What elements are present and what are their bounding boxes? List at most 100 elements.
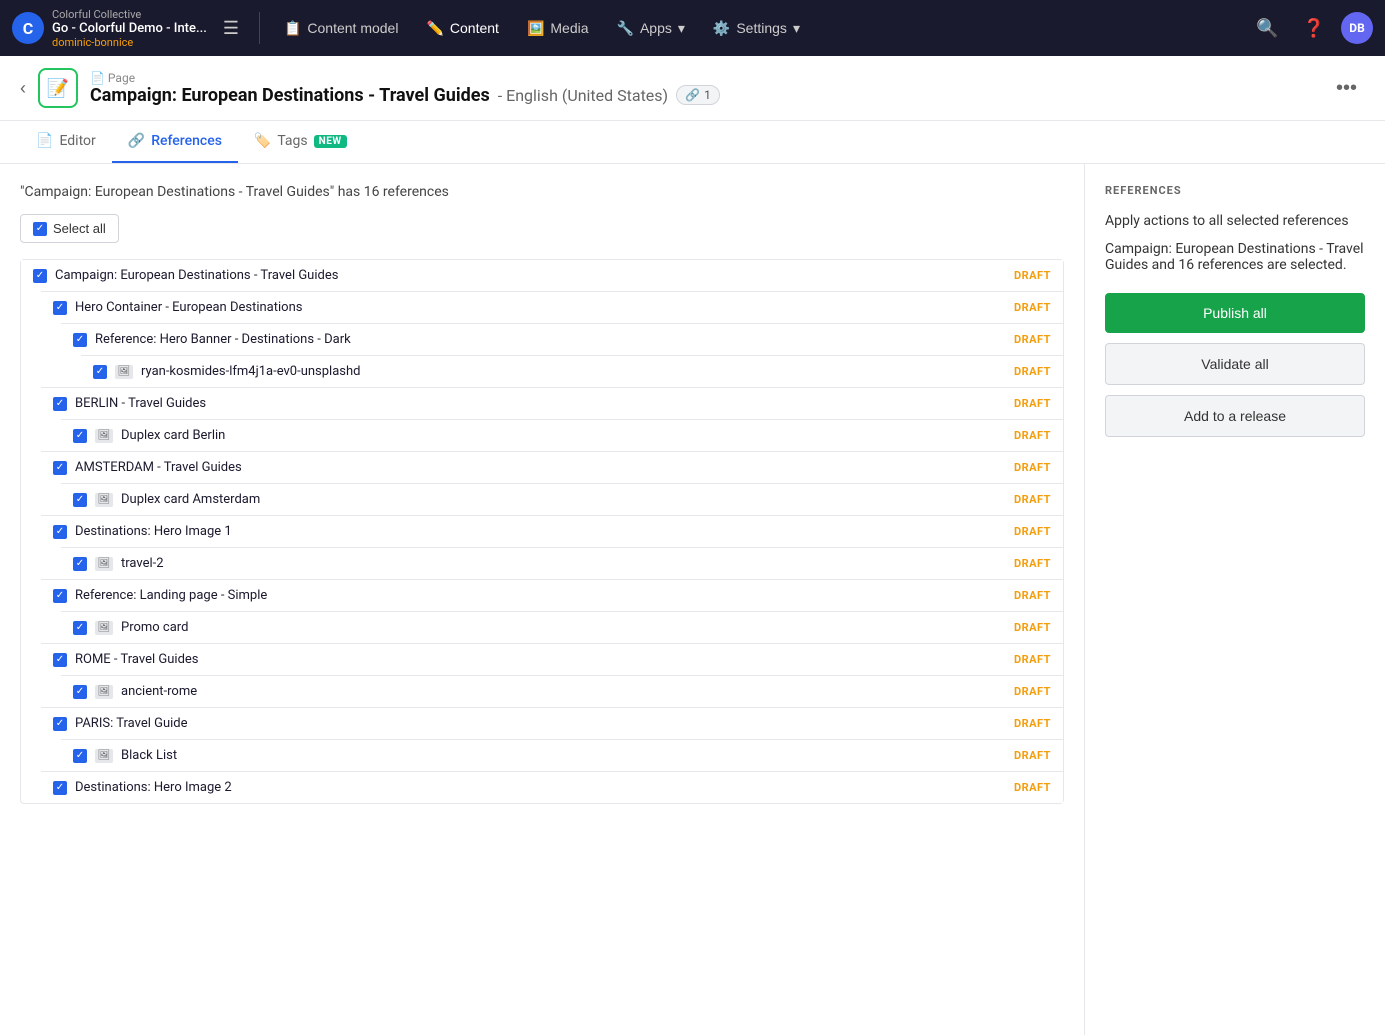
ref-name-rome: ROME - Travel Guides <box>75 652 199 667</box>
checkbox-landing-simple[interactable] <box>53 589 67 603</box>
ref-item-hero-container: Hero Container - European Destinations D… <box>41 291 1063 387</box>
checkbox-hero-container[interactable] <box>53 301 67 315</box>
tags-new-badge: NEW <box>314 135 347 148</box>
ref-item-promo-card: 🖼 Promo card DRAFT <box>61 611 1063 643</box>
ref-name-campaign-root: Campaign: European Destinations - Travel… <box>55 268 338 283</box>
ref-item-amsterdam: AMSTERDAM - Travel Guides DRAFT 🖼 <box>41 451 1063 515</box>
nav-items: 📋 Content model ✏️ Content 🖼️ Media 🔧 Ap… <box>272 14 1240 43</box>
avatar[interactable]: DB <box>1341 12 1373 44</box>
ref-name-hero-container: Hero Container - European Destinations <box>75 300 302 315</box>
ref-status-destinations-hero-2: DRAFT <box>1014 781 1051 794</box>
ref-name-amsterdam: AMSTERDAM - Travel Guides <box>75 460 242 475</box>
ref-name-destinations-hero-1: Destinations: Hero Image 1 <box>75 524 232 539</box>
select-all-checkbox[interactable] <box>33 222 47 236</box>
ref-item-paris: PARIS: Travel Guide DRAFT 🖼 Blac <box>41 707 1063 771</box>
image-icon-ryan: 🖼 <box>115 365 133 379</box>
checkbox-ryan-kosmides[interactable] <box>93 365 107 379</box>
ref-item-campaign-root: Campaign: European Destinations - Travel… <box>20 259 1064 804</box>
entry-icon: 📝 <box>38 68 78 108</box>
checkbox-destinations-hero-2[interactable] <box>53 781 67 795</box>
validate-all-button[interactable]: Validate all <box>1105 343 1365 385</box>
tag-icon: 🏷️ <box>254 133 271 149</box>
ref-name-paris: PARIS: Travel Guide <box>75 716 188 731</box>
checkbox-travel-2[interactable] <box>73 557 87 571</box>
entry-title-row: Campaign: European Destinations - Travel… <box>90 85 1328 106</box>
nav-divider <box>259 12 260 44</box>
ref-name-ancient-rome: ancient-rome <box>121 684 197 699</box>
ref-item-duplex-berlin: 🖼 Duplex card Berlin DRAFT <box>61 419 1063 451</box>
select-all-row: Select all <box>20 214 1064 243</box>
ref-item-destinations-hero-1: Destinations: Hero Image 1 DRAFT 🖼 <box>41 515 1063 579</box>
checkbox-destinations-hero-1[interactable] <box>53 525 67 539</box>
tab-tags[interactable]: 🏷️ Tags NEW <box>238 121 363 163</box>
ref-name-duplex-berlin: Duplex card Berlin <box>121 428 225 443</box>
ref-item-duplex-amsterdam: 🖼 Duplex card Amsterdam DRAFT <box>61 483 1063 515</box>
nav-item-media[interactable]: 🖼️ Media <box>515 14 601 43</box>
ref-status-landing-simple: DRAFT <box>1014 589 1051 602</box>
checkbox-amsterdam[interactable] <box>53 461 67 475</box>
checkbox-hero-banner[interactable] <box>73 333 87 347</box>
settings-dropdown-icon: ▾ <box>793 20 800 37</box>
entry-refs-badge: 🔗 1 <box>676 85 720 105</box>
image-icon-promo-card: 🖼 <box>95 621 113 635</box>
nav-brand-text: Colorful Collective Go - Colorful Demo -… <box>52 8 207 49</box>
nav-menu-button[interactable]: ☰ <box>215 14 247 43</box>
nav-item-apps[interactable]: 🔧 Apps ▾ <box>605 14 697 43</box>
tab-references[interactable]: 🔗 References <box>112 121 238 163</box>
content-area: ‹ 📝 📄 Page Campaign: European Destinatio… <box>0 56 1385 1035</box>
ref-status-destinations-hero-1: DRAFT <box>1014 525 1051 538</box>
search-button[interactable]: 🔍 <box>1248 14 1286 43</box>
nav-item-content[interactable]: ✏️ Content <box>414 14 510 43</box>
apps-dropdown-icon: ▾ <box>678 20 685 37</box>
references-icon: 🔗 <box>128 133 145 149</box>
content-icon: ✏️ <box>426 20 443 37</box>
ref-status-paris: DRAFT <box>1014 717 1051 730</box>
ref-children-campaign: Hero Container - European Destinations D… <box>21 291 1063 803</box>
ref-status-hero-container: DRAFT <box>1014 301 1051 314</box>
checkbox-berlin[interactable] <box>53 397 67 411</box>
ref-name-black-list: Black List <box>121 748 177 763</box>
checkbox-campaign-root[interactable] <box>33 269 47 283</box>
ref-name-travel-2: travel-2 <box>121 556 164 571</box>
sidebar-section-title: REFERENCES <box>1105 184 1365 197</box>
main-split: "Campaign: European Destinations - Trave… <box>0 164 1385 1035</box>
sidebar-apply-text: Apply actions to all selected references <box>1105 213 1365 229</box>
checkbox-black-list[interactable] <box>73 749 87 763</box>
tab-editor[interactable]: 📄 Editor <box>20 121 112 163</box>
checkbox-rome[interactable] <box>53 653 67 667</box>
ref-item-rome: ROME - Travel Guides DRAFT 🖼 anc <box>41 643 1063 707</box>
ref-status-travel-2: DRAFT <box>1014 557 1051 570</box>
nav-logo: C <box>12 12 44 44</box>
entry-title-block: 📄 Page Campaign: European Destinations -… <box>90 71 1328 106</box>
checkbox-paris[interactable] <box>53 717 67 731</box>
image-icon-black-list: 🖼 <box>95 749 113 763</box>
select-all-button[interactable]: Select all <box>20 214 119 243</box>
entry-header: ‹ 📝 📄 Page Campaign: European Destinatio… <box>0 56 1385 121</box>
checkbox-duplex-amsterdam[interactable] <box>73 493 87 507</box>
checkbox-duplex-berlin[interactable] <box>73 429 87 443</box>
publish-all-button[interactable]: Publish all <box>1105 293 1365 333</box>
add-to-release-button[interactable]: Add to a release <box>1105 395 1365 437</box>
image-icon-duplex-berlin: 🖼 <box>95 429 113 443</box>
editor-icon: 📄 <box>36 133 53 149</box>
ref-item-black-list: 🖼 Black List DRAFT <box>61 739 1063 771</box>
checkbox-promo-card[interactable] <box>73 621 87 635</box>
ref-status-ancient-rome: DRAFT <box>1014 685 1051 698</box>
nav-right: 🔍 ❓ DB <box>1248 12 1373 44</box>
entry-title: Campaign: European Destinations - Travel… <box>90 85 490 106</box>
ref-status-black-list: DRAFT <box>1014 749 1051 762</box>
nav-item-settings[interactable]: ⚙️ Settings ▾ <box>701 14 812 43</box>
breadcrumb: 📄 Page <box>90 71 1328 85</box>
ref-name-ryan-kosmides: ryan-kosmides-lfm4j1a-ev0-unsplashd <box>141 364 360 379</box>
help-button[interactable]: ❓ <box>1295 14 1333 43</box>
image-icon-duplex-amsterdam: 🖼 <box>95 493 113 507</box>
right-sidebar: REFERENCES Apply actions to all selected… <box>1085 164 1385 1035</box>
back-button[interactable]: ‹ <box>20 78 26 99</box>
nav-item-content-model[interactable]: 📋 Content model <box>272 14 411 43</box>
entry-more-button[interactable]: ••• <box>1328 73 1365 104</box>
media-icon: 🖼️ <box>527 20 544 37</box>
ref-status-amsterdam: DRAFT <box>1014 461 1051 474</box>
ref-item-ancient-rome: 🖼 ancient-rome DRAFT <box>61 675 1063 707</box>
checkbox-ancient-rome[interactable] <box>73 685 87 699</box>
ref-status-ryan-kosmides: DRAFT <box>1014 365 1051 378</box>
